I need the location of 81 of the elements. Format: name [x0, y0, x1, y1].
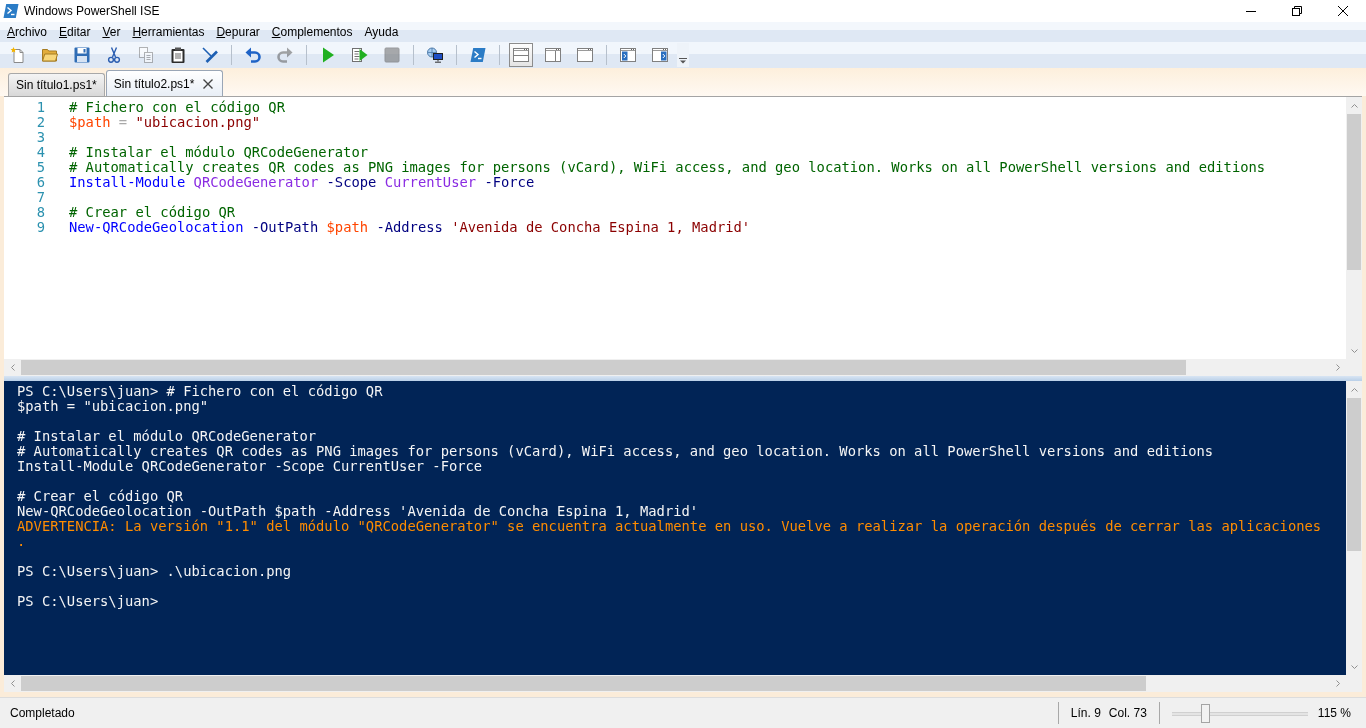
restore-icon: [1292, 6, 1302, 16]
code-line: Install-Module QRCodeGenerator -Scope CurrentUser -Force: [69, 175, 535, 190]
console-line: PS C:\Users\juan>: [17, 593, 159, 609]
scrollbar-thumb[interactable]: [1347, 398, 1361, 551]
menu-item[interactable]: Depurar: [210, 23, 266, 41]
side-panel-icon: [652, 47, 668, 63]
undo-icon: [245, 47, 261, 63]
vertical-scrollbar[interactable]: [1346, 97, 1362, 359]
line-number: 5: [35, 160, 45, 175]
redo-icon: [277, 47, 293, 63]
window-prompt-icon: [620, 47, 636, 63]
scissors-icon: [106, 47, 122, 63]
code-line: # Automatically creates QR codes as PNG images for persons (vCard), WiFi access, and geo location. Works on all PowerShell versions and editions: [69, 160, 1266, 175]
code-line: # Crear el código QR: [69, 205, 236, 220]
window-icon: [577, 47, 593, 63]
menu-item[interactable]: Complementos: [265, 23, 359, 41]
line-number: 7: [35, 190, 45, 205]
console-line: $path = "ubicacion.png": [17, 398, 209, 414]
menu-item[interactable]: Herramientas: [126, 23, 211, 41]
menu-item[interactable]: Archivo: [1, 23, 54, 41]
layout-button[interactable]: [509, 43, 533, 67]
prompt-logo-icon: [3, 3, 19, 19]
console-line: # Instalar el módulo QRCodeGenerator: [17, 428, 317, 444]
chevron-left-icon[interactable]: [10, 364, 15, 371]
chevron-down-icon[interactable]: [1350, 664, 1358, 669]
clipboard-icon: [170, 47, 186, 63]
close-icon: [1338, 6, 1348, 16]
chevron-left-icon[interactable]: [10, 680, 15, 687]
new-page-icon: [10, 47, 26, 63]
chevron-up-icon[interactable]: [1350, 387, 1358, 392]
split-horizontal-icon: [513, 47, 529, 63]
console-line: # Crear el código QR: [17, 488, 184, 504]
run-selection-icon: [352, 47, 368, 63]
code-line: # Fichero con el código QR: [69, 100, 285, 115]
menu-item[interactable]: Editar: [53, 23, 97, 41]
slider-thumb[interactable]: [1200, 703, 1210, 723]
zoom-reading: 115 %: [1317, 706, 1351, 720]
chevron-up-icon[interactable]: [1350, 103, 1358, 108]
chevron-right-icon[interactable]: [1335, 680, 1340, 687]
menu-item[interactable]: Ayuda: [358, 23, 405, 41]
console-line: PS C:\Users\juan> .\ubicacion.png: [17, 563, 292, 579]
line-number: 6: [35, 175, 45, 190]
line-number: 8: [35, 205, 45, 220]
line-number: 4: [35, 145, 45, 160]
prompt-icon: [470, 47, 486, 63]
line-number: 3: [35, 130, 45, 145]
stop-icon: [384, 47, 400, 63]
console-line: PS C:\Users\juan> # Fichero con el código QR: [17, 383, 383, 399]
line-indicator: Lín. 9: [1070, 706, 1101, 720]
status-message: Completado: [10, 706, 75, 720]
code-line: # Instalar el módulo QRCodeGenerator: [69, 145, 369, 160]
folder-icon: [42, 47, 58, 63]
column-indicator: Col. 73: [1108, 706, 1147, 720]
copy-icon: [138, 47, 154, 63]
line-number: 9: [35, 220, 45, 235]
scrollbar-thumb[interactable]: [1347, 114, 1361, 270]
vertical-scrollbar[interactable]: [1346, 381, 1362, 675]
scrollbar-thumb[interactable]: [21, 360, 1186, 375]
scrollbar-thumb[interactable]: [21, 676, 1146, 691]
warning-line: .: [17, 533, 26, 549]
chevron-right-icon[interactable]: [1335, 364, 1340, 371]
horizontal-scrollbar[interactable]: [4, 675, 1346, 692]
window-title: Windows PowerShell ISE: [24, 4, 161, 18]
console-line: Install-Module QRCodeGenerator -Scope CurrentUser -Force: [17, 458, 483, 474]
close-icon[interactable]: [203, 78, 214, 89]
code-line: $path = "ubicacion.png": [69, 115, 261, 130]
chevron-down-icon[interactable]: [1350, 348, 1358, 353]
warning-line: ADVERTENCIA: La versión "1.1" del módulo "QRCodeGenerator" se encuentra actualmente en uso. Vuelve a realizar la operación después de cerrar las aplicaciones: [17, 518, 1322, 534]
play-icon: [320, 47, 336, 63]
globe-monitor-icon: [427, 47, 443, 63]
split-vertical-icon: [545, 47, 561, 63]
menu-item[interactable]: Ver: [96, 23, 127, 41]
tab[interactable]: Sin título2.ps1*: [105, 70, 224, 96]
code-line: New-QRCodeGeolocation -OutPath $path -Address 'Avenida de Concha Espina 1, Madrid': [69, 220, 751, 235]
squeegee-icon: [202, 47, 218, 63]
line-number: 2: [35, 115, 45, 130]
horizontal-scrollbar[interactable]: [4, 359, 1346, 376]
tab[interactable]: Sin título1.ps1*: [8, 73, 105, 96]
console-line: New-QRCodeGeolocation -OutPath $path -Address 'Avenida de Concha Espina 1, Madrid': [17, 503, 699, 519]
line-number: 1: [35, 100, 45, 115]
console-line: # Automatically creates QR codes as PNG images for persons (vCard), WiFi access, and geo location. Works on all PowerShell versions and editions: [17, 443, 1214, 459]
